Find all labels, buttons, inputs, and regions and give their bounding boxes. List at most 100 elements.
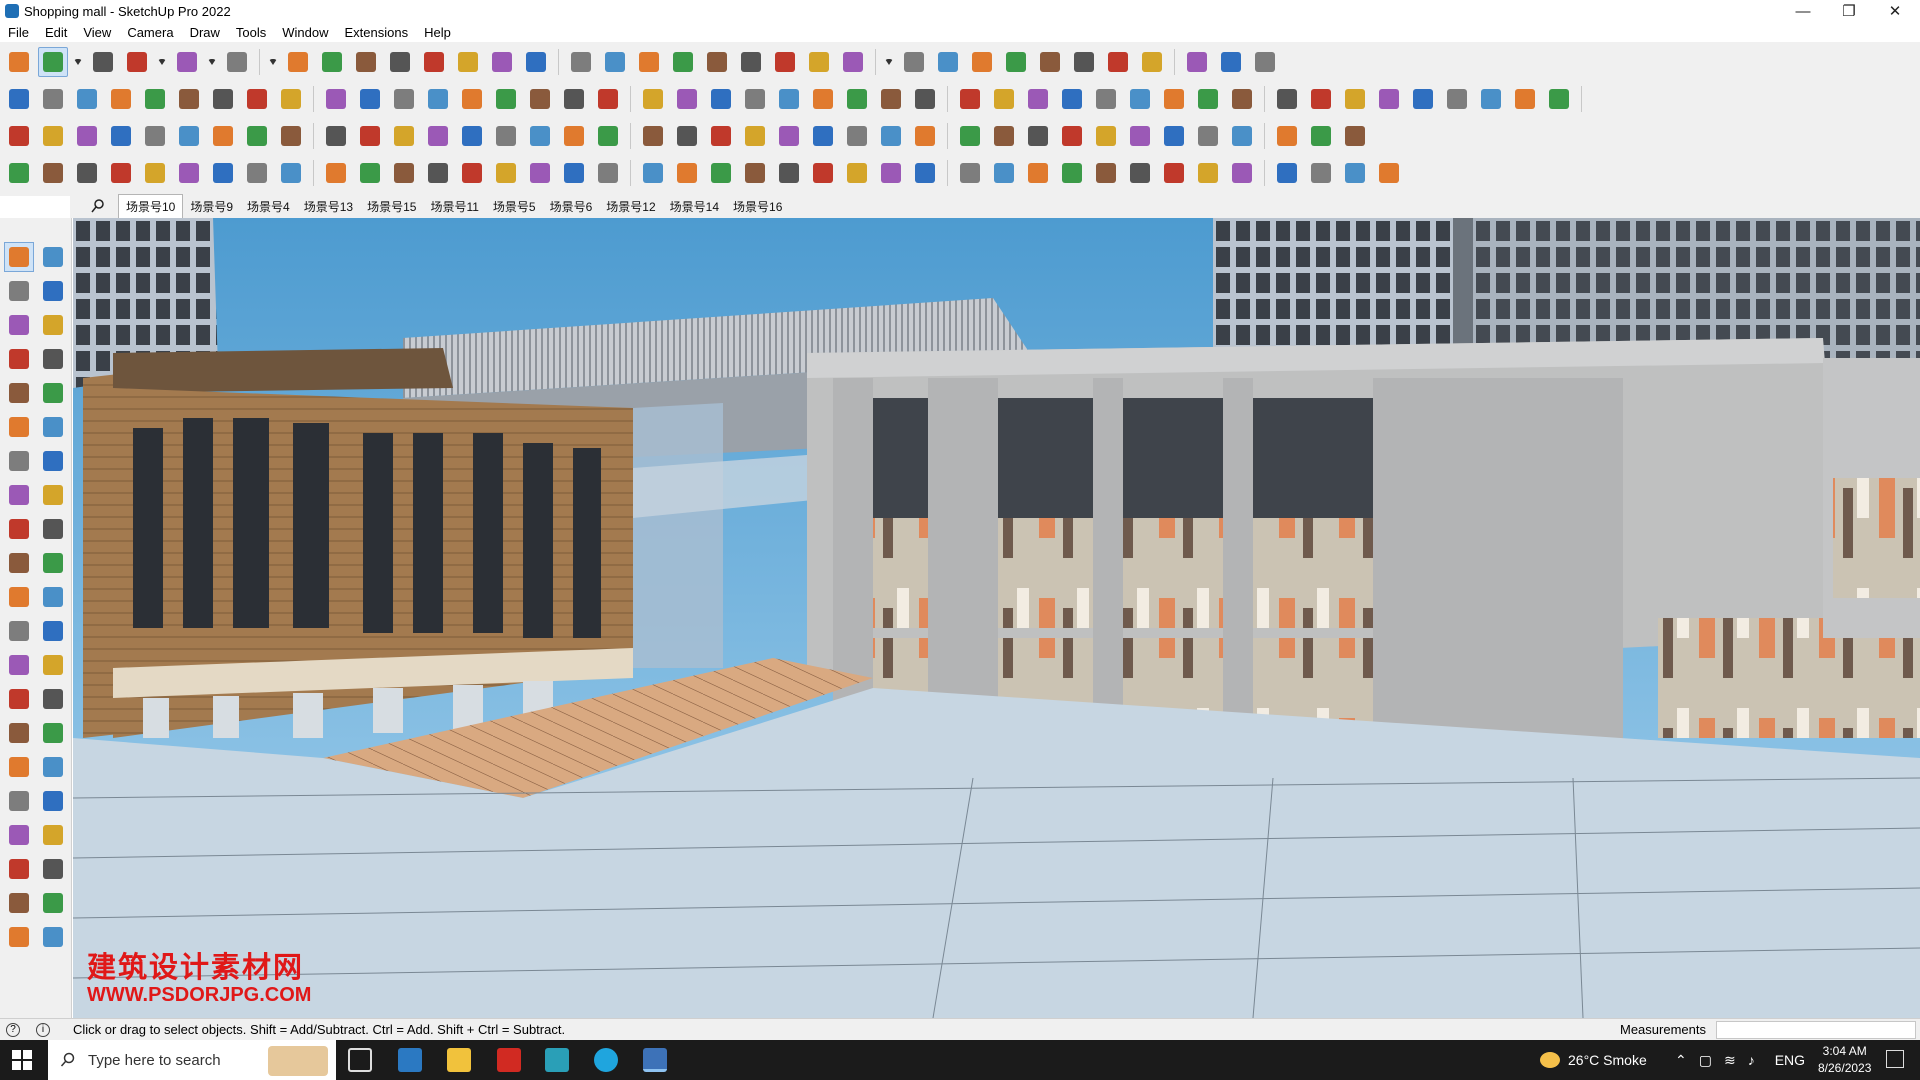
eraser-icon[interactable] [88,47,118,77]
house-icon[interactable] [706,84,736,114]
layer-icon[interactable] [38,888,68,918]
house-icon[interactable] [774,84,804,114]
shape-icon[interactable] [1193,84,1223,114]
menu-help[interactable]: Help [416,25,459,40]
arc-icon[interactable] [4,446,34,476]
push-icon[interactable] [208,84,238,114]
move-icon[interactable] [491,121,521,151]
move-icon[interactable] [808,121,838,151]
scene-tab[interactable]: 场景号14 [663,195,726,218]
push-icon[interactable] [355,84,385,114]
instructor-info-icon[interactable]: i [36,1022,50,1037]
calculator-app-icon[interactable] [398,1048,422,1072]
terrain-icon[interactable] [559,84,589,114]
select-icon[interactable] [38,47,68,77]
rectangle-icon[interactable] [4,378,34,408]
section-icon[interactable] [38,854,68,884]
scene-tab[interactable]: 场景号4 [240,195,297,218]
rope-icon[interactable] [876,121,906,151]
menu-window[interactable]: Window [274,25,336,40]
zoom-window-icon[interactable] [38,752,68,782]
box-icon[interactable] [1125,158,1155,188]
triangle-icon[interactable] [672,121,702,151]
style2-icon[interactable] [38,922,68,952]
box-icon[interactable] [706,158,736,188]
box-icon[interactable] [955,121,985,151]
box-icon[interactable] [672,158,702,188]
box-icon[interactable] [174,158,204,188]
sort-icon[interactable] [1069,47,1099,77]
scene-tab[interactable]: 场景号9 [183,195,240,218]
box-icon[interactable] [1023,158,1053,188]
grid-icon[interactable] [1227,121,1257,151]
push-icon[interactable] [174,84,204,114]
section-icon[interactable] [457,84,487,114]
curve-icon[interactable] [389,121,419,151]
task-view-icon[interactable] [348,1048,372,1072]
axes-icon[interactable] [4,684,34,714]
box-icon[interactable] [842,121,872,151]
undo-icon[interactable] [1182,47,1212,77]
path-icon[interactable] [423,158,453,188]
plane-icon[interactable] [174,121,204,151]
box-icon[interactable] [910,121,940,151]
volume-icon[interactable]: ♪ [1748,1052,1755,1068]
shape-icon[interactable] [1023,84,1053,114]
text-icon[interactable] [106,121,136,151]
push-icon[interactable] [242,84,272,114]
box-icon[interactable] [4,84,34,114]
scene-tab[interactable]: 场景号15 [360,195,423,218]
house-icon[interactable] [593,84,623,114]
tape-icon[interactable] [453,47,483,77]
polygon-icon[interactable] [38,412,68,442]
shape-icon[interactable] [955,84,985,114]
house-icon[interactable] [740,84,770,114]
dropdown-icon[interactable] [267,47,279,77]
car-icon[interactable] [72,158,102,188]
menu-extensions[interactable]: Extensions [337,25,417,40]
scene-tab[interactable]: 场景号13 [297,195,360,218]
scene-tab[interactable]: 场景号12 [599,195,662,218]
notification-center-icon[interactable] [1886,1050,1904,1068]
geo-location-icon[interactable]: ? [6,1022,20,1037]
shape-icon[interactable] [1159,84,1189,114]
eraser-icon[interactable] [1306,84,1336,114]
mirror-icon[interactable] [1137,47,1167,77]
sketchup-taskbar-icon[interactable] [643,1048,667,1072]
cross-icon[interactable] [1272,121,1302,151]
user-icon[interactable] [838,47,868,77]
box-icon[interactable] [1193,158,1223,188]
orbit-icon[interactable] [4,718,34,748]
rectangle-icon[interactable] [222,47,252,77]
circle-icon[interactable] [4,412,34,442]
style-icon[interactable] [4,888,34,918]
eraser-icon[interactable] [38,276,68,306]
box-icon[interactable] [1374,158,1404,188]
close-button[interactable]: ✕ [1872,0,1918,22]
box-icon[interactable] [208,158,238,188]
walk-icon[interactable] [4,854,34,884]
file-explorer-icon[interactable] [447,1048,471,1072]
line-icon[interactable] [4,344,34,374]
chevron-up-icon[interactable]: ⌃ [1675,1052,1687,1069]
move-icon[interactable] [525,121,555,151]
component-icon[interactable] [140,121,170,151]
roof-icon[interactable] [1476,84,1506,114]
box-icon[interactable] [276,121,306,151]
teams-app-icon[interactable] [545,1048,569,1072]
3dtext-icon[interactable] [38,684,68,714]
box-icon[interactable] [1306,158,1336,188]
box-icon[interactable] [989,121,1019,151]
cross-icon[interactable] [559,121,589,151]
box-icon[interactable] [1023,121,1053,151]
box-icon[interactable] [808,158,838,188]
box-icon[interactable] [910,158,940,188]
pie-icon[interactable] [4,480,34,510]
menu-draw[interactable]: Draw [182,25,228,40]
edge-browser-icon[interactable] [594,1048,618,1072]
box-icon[interactable] [491,158,521,188]
weather-widget[interactable]: 26°C Smoke [1540,1040,1647,1080]
arc-icon[interactable] [457,121,487,151]
box-icon[interactable] [559,158,589,188]
rotated-rect-icon[interactable] [38,378,68,408]
